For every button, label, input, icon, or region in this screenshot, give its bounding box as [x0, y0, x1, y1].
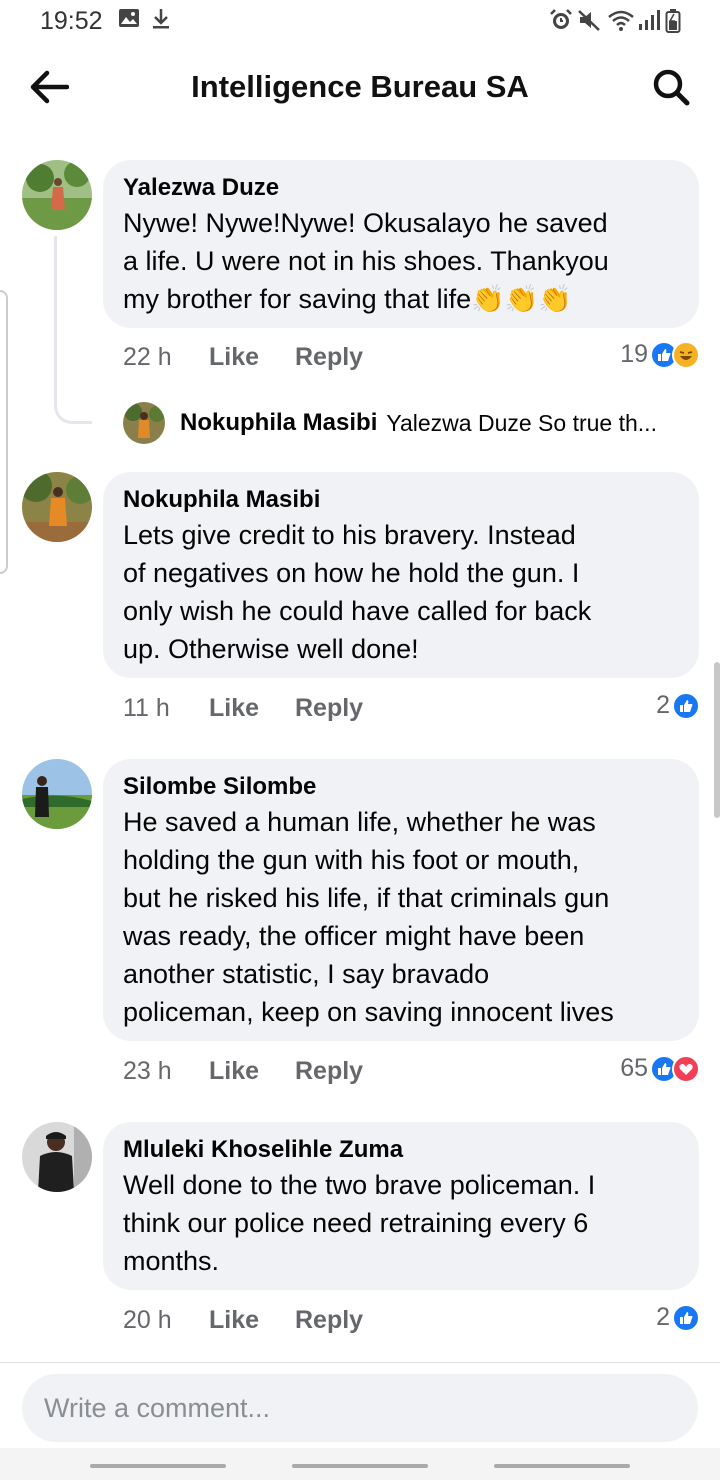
avatar[interactable]	[22, 1122, 92, 1192]
like-reaction-icon	[672, 691, 700, 720]
search-icon	[652, 68, 690, 111]
wifi-icon	[607, 8, 635, 37]
navigation-bar	[0, 1448, 720, 1480]
comment-text-line: Lets give credit to his bravery. Instead	[123, 520, 576, 550]
comment-input-placeholder: Write a comment...	[44, 1392, 271, 1423]
comment-text-line: a life. U were not in his shoes. Thankyo…	[123, 246, 609, 276]
comment-time: 23 h	[123, 1057, 172, 1085]
header-bar: Intelligence Bureau SA	[0, 44, 720, 134]
reply-button[interactable]: Reply	[295, 694, 363, 723]
comment-time: 11 h	[123, 694, 170, 722]
comment-text-line: another statistic, I say bravado	[123, 959, 490, 989]
comment-bubble: Nokuphila Masibi Lets give credit to his…	[103, 472, 699, 678]
comment-text-line: of negatives on how he hold the gun. I	[123, 558, 580, 588]
reply-avatar[interactable]	[123, 402, 165, 444]
reaction-summary[interactable]: 2	[656, 1303, 700, 1332]
reply-preview[interactable]: Nokuphila Masibi Yalezwa Duze So true th…	[123, 402, 703, 444]
avatar[interactable]	[22, 472, 92, 542]
like-button[interactable]: Like	[209, 343, 295, 372]
reaction-summary[interactable]: 19	[620, 340, 700, 369]
comment-text-line: only wish he could have called for back	[123, 596, 592, 626]
comment-text-line: holding the gun with his foot or mouth,	[123, 845, 580, 875]
comment-input[interactable]: Write a comment...	[22, 1374, 698, 1442]
scrollbar[interactable]	[714, 662, 720, 818]
reaction-count: 19	[620, 340, 648, 368]
reply-button[interactable]: Reply	[295, 343, 363, 372]
reaction-count: 2	[656, 691, 670, 719]
thread-connector	[54, 236, 92, 424]
reply-preview-text: Yalezwa Duze So true th...	[386, 409, 657, 436]
comment-text-line: policeman, keep on saving innocent lives	[123, 997, 614, 1027]
comment-actions: 23 h Like Reply	[123, 1057, 363, 1086]
composer-divider	[0, 1362, 720, 1363]
image-icon	[118, 8, 140, 33]
comment-time: 20 h	[123, 1306, 172, 1334]
haha-reaction-icon	[672, 340, 700, 369]
comment-text-line: think our police need retraining every 6	[123, 1208, 589, 1238]
comment-author[interactable]: Yalezwa Duze	[123, 172, 679, 204]
reaction-count: 65	[620, 1054, 648, 1082]
reaction-summary[interactable]: 65	[620, 1054, 700, 1083]
page-title: Intelligence Bureau SA	[191, 69, 529, 104]
like-reaction-icon	[672, 1303, 700, 1332]
nav-recents-hint[interactable]	[90, 1464, 226, 1468]
signal-icon	[637, 8, 661, 37]
nav-back-hint[interactable]	[494, 1464, 630, 1468]
status-bar: 19:52	[0, 0, 720, 44]
reaction-summary[interactable]: 2	[656, 691, 700, 720]
comment-bubble: Mluleki Khoselihle Zuma Well done to the…	[103, 1122, 699, 1290]
like-button[interactable]: Like	[209, 1057, 295, 1086]
avatar[interactable]	[22, 759, 92, 829]
comment-text-line: but he risked his life, if that criminal…	[123, 883, 610, 913]
comment-time: 22 h	[123, 343, 172, 371]
comment-author[interactable]: Silombe Silombe	[123, 771, 679, 803]
comment-text-line: was ready, the officer might have been	[123, 921, 585, 951]
comment-text-line: Nywe! Nywe!Nywe! Okusalayo he saved	[123, 208, 608, 238]
nav-home-hint[interactable]	[292, 1464, 428, 1468]
reply-button[interactable]: Reply	[295, 1306, 363, 1335]
comment-actions: 20 h Like Reply	[123, 1306, 363, 1335]
comment-author[interactable]: Nokuphila Masibi	[123, 484, 679, 516]
mute-icon	[577, 8, 601, 37]
comment-text-line: months.	[123, 1246, 220, 1276]
comment-text-line: my brother for saving that life👏👏👏	[123, 284, 573, 314]
alarm-icon	[549, 8, 573, 37]
comment-bubble: Silombe Silombe He saved a human life, w…	[103, 759, 699, 1041]
battery-icon	[665, 8, 681, 39]
love-reaction-icon	[672, 1054, 700, 1083]
reaction-count: 2	[656, 1303, 670, 1331]
like-button[interactable]: Like	[209, 1306, 295, 1335]
comment-text-line: up. Otherwise well done!	[123, 634, 419, 664]
status-time: 19:52	[40, 7, 103, 35]
download-icon	[151, 8, 171, 35]
comment-bubble: Yalezwa Duze Nywe! Nywe!Nywe! Okusalayo …	[103, 160, 699, 328]
search-button[interactable]	[646, 64, 696, 114]
comment-text-line: Well done to the two brave policeman. I	[123, 1170, 596, 1200]
comment-author[interactable]: Mluleki Khoselihle Zuma	[123, 1134, 679, 1166]
reply-button[interactable]: Reply	[295, 1057, 363, 1086]
comment-actions: 11 h Like Reply	[123, 694, 363, 723]
comment-actions: 22 h Like Reply	[123, 343, 363, 372]
avatar[interactable]	[22, 160, 92, 230]
left-edge-handle	[0, 290, 8, 574]
comment-text-line: He saved a human life, whether he was	[123, 807, 596, 837]
like-button[interactable]: Like	[209, 694, 295, 723]
reply-author[interactable]: Nokuphila Masibi	[180, 409, 377, 437]
